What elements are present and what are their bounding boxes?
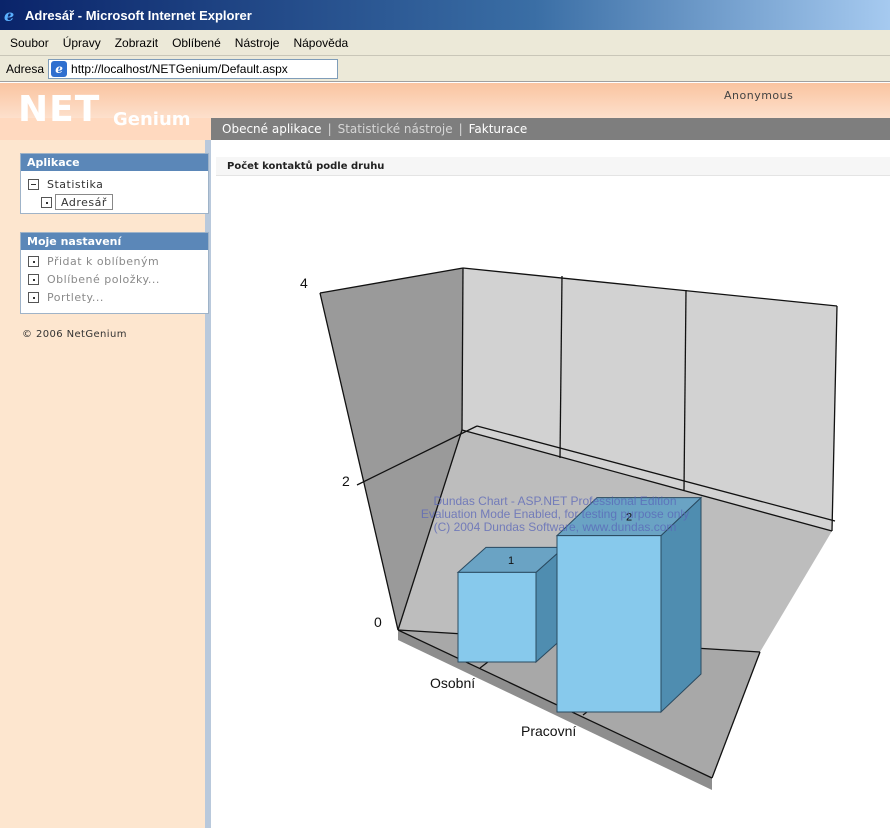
y-tick-label: 0 [374, 614, 382, 630]
y-tick-label: 4 [300, 275, 308, 291]
x-tick-label: Pracovní [521, 723, 576, 739]
chart: 4 2 0 Osobní Pracovní 12 Dundas Chart - … [300, 267, 838, 790]
watermark: Dundas Chart - ASP.NET Professional Edit… [421, 494, 689, 534]
bar [556, 535, 662, 713]
watermark-line: (C) 2004 Dundas Software, www.dundas.com [434, 520, 677, 534]
data-label: 1 [508, 555, 514, 567]
x-tick-label: Osobní [430, 675, 475, 691]
bar [457, 571, 537, 663]
watermark-line: Dundas Chart - ASP.NET Professional Edit… [433, 494, 676, 508]
watermark-line: Evaluation Mode Enabled, for testing pur… [421, 507, 689, 521]
y-tick-label: 2 [342, 473, 350, 489]
